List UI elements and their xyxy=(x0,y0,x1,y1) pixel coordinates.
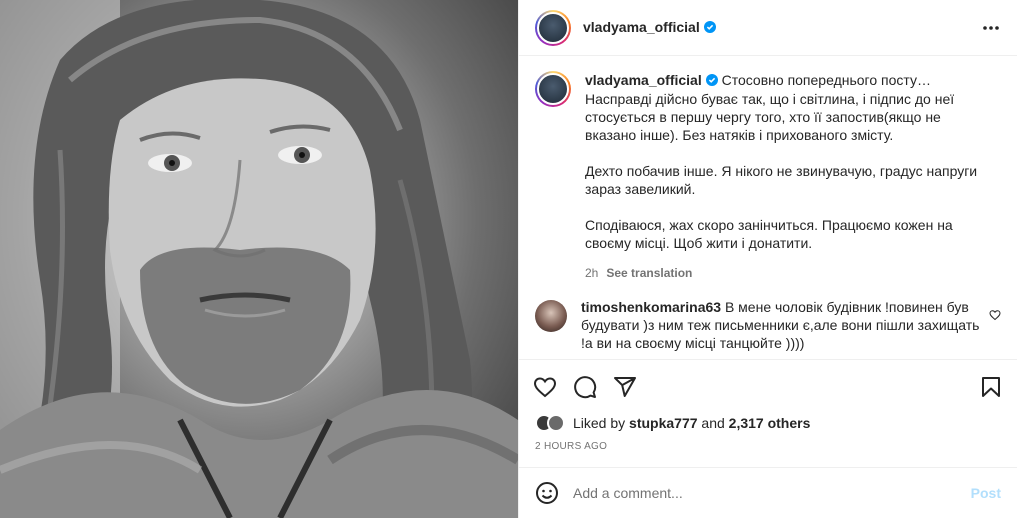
bookmark-icon[interactable] xyxy=(979,375,1003,404)
action-bar xyxy=(519,359,1017,413)
see-translation-link[interactable]: See translation xyxy=(606,266,692,280)
instagram-post: vladyama_official vladyama_official Стос… xyxy=(0,0,1017,518)
comment-input[interactable] xyxy=(573,485,971,501)
emoji-icon[interactable] xyxy=(535,481,559,505)
post-timestamp[interactable]: 2 HOURS AGO xyxy=(535,441,607,452)
comment-item: timoshenkomarina63 В мене чоловік будівн… xyxy=(535,298,1001,352)
comment-like-heart-icon[interactable] xyxy=(989,308,1001,326)
caption-username[interactable]: vladyama_official xyxy=(585,72,702,88)
commenter-username[interactable]: timoshenkomarina63 xyxy=(581,299,721,315)
liker-avatar xyxy=(547,414,565,432)
post-comment-button[interactable]: Post xyxy=(971,485,1001,501)
more-options-icon[interactable] xyxy=(981,18,1001,43)
caption-paragraph-2: Дехто побачив інше. Я нікого не звинувач… xyxy=(585,163,978,198)
heart-icon[interactable] xyxy=(533,375,557,399)
post-header: vladyama_official xyxy=(519,0,1017,56)
commenter-avatar[interactable] xyxy=(535,300,567,332)
liker-username[interactable]: stupka777 xyxy=(629,415,697,431)
likes-summary: Liked by stupka777 and 2,317 others xyxy=(535,414,810,432)
likes-text: Liked by stupka777 and 2,317 others xyxy=(573,415,811,431)
caption-text: vladyama_official Стосовно попереднього … xyxy=(585,71,995,282)
caption-time[interactable]: 2h xyxy=(585,266,598,280)
verified-badge-icon xyxy=(705,72,718,90)
comment-icon[interactable] xyxy=(573,375,597,399)
comment-text: timoshenkomarina63 В мене чоловік будівн… xyxy=(581,298,981,352)
author-avatar[interactable] xyxy=(535,9,571,46)
caption-paragraph-3: Сподіваюся, жах скоро занінчиться. Працю… xyxy=(585,217,953,252)
share-icon[interactable] xyxy=(613,375,637,399)
caption-avatar[interactable] xyxy=(535,71,571,107)
portrait-image xyxy=(0,0,518,518)
author-username[interactable]: vladyama_official xyxy=(583,19,716,36)
post-details-panel: vladyama_official vladyama_official Стос… xyxy=(518,0,1017,518)
verified-badge-icon xyxy=(703,20,716,36)
caption-meta: 2h See translation xyxy=(585,264,995,282)
add-comment-bar: Post xyxy=(519,467,1017,518)
likes-others-link[interactable]: 2,317 others xyxy=(729,415,811,431)
post-photo[interactable] xyxy=(0,0,518,518)
